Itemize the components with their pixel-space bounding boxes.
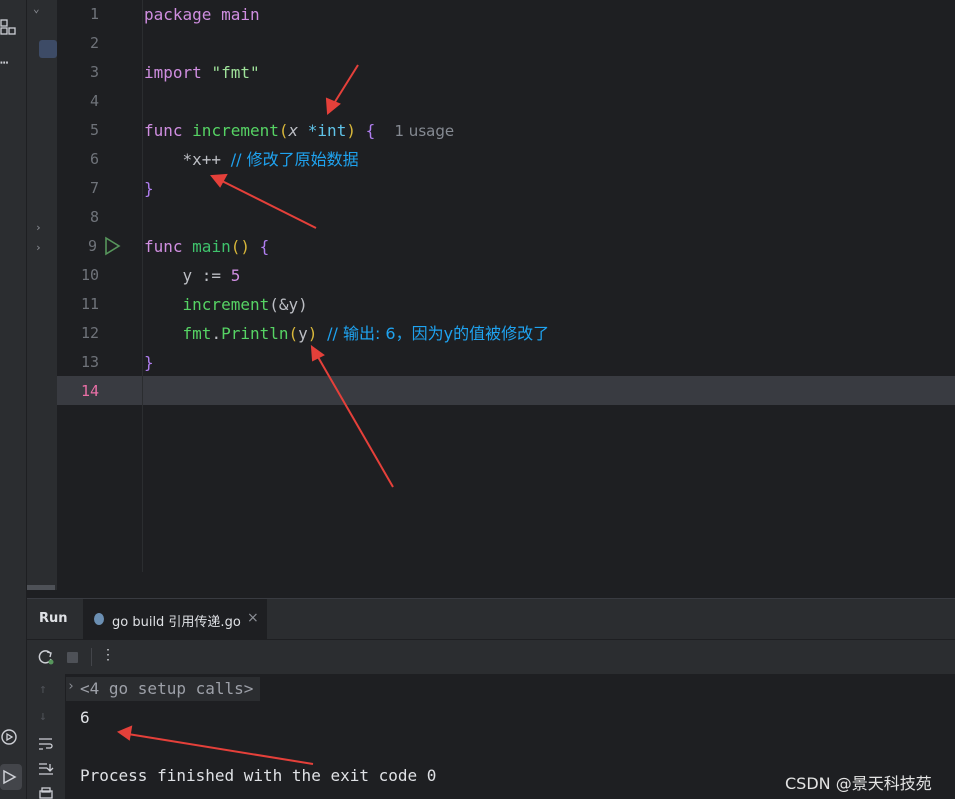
arrowhead xyxy=(116,725,133,741)
arrowhead xyxy=(210,173,228,188)
annotation-arrows xyxy=(116,64,394,765)
arrow-to-deref xyxy=(221,180,317,229)
arrow-to-output xyxy=(127,733,314,765)
arrow-to-println xyxy=(317,356,394,488)
arrow-to-param xyxy=(332,64,359,106)
arrowhead xyxy=(310,344,325,362)
arrowhead xyxy=(325,97,341,115)
